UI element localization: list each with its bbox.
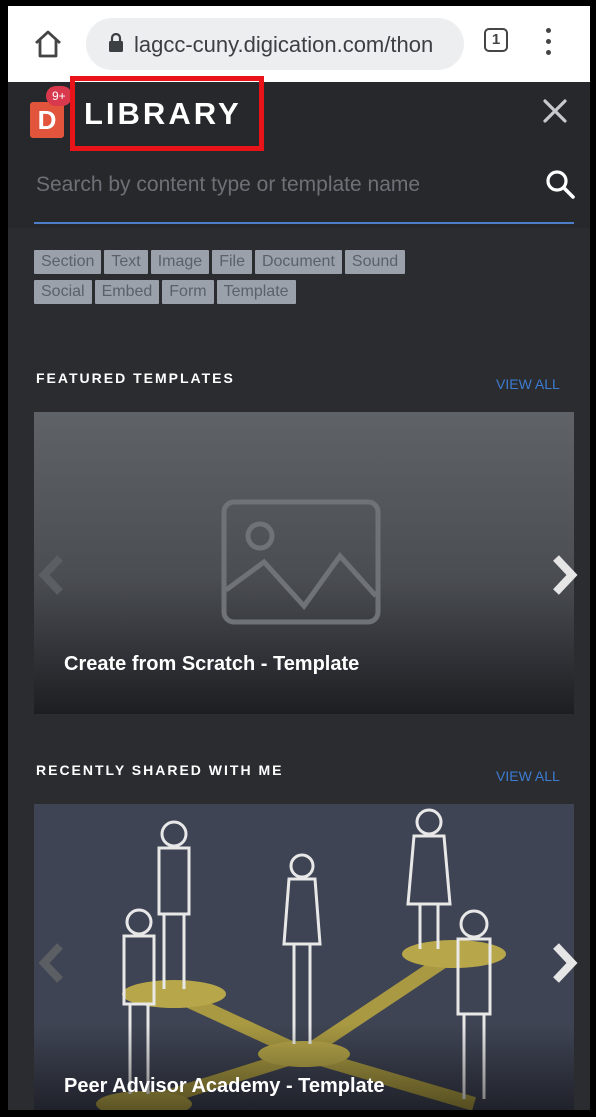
image-placeholder-icon xyxy=(221,499,381,625)
shared-next-arrow-icon[interactable] xyxy=(548,940,582,986)
peer-network-illustration xyxy=(34,804,574,1110)
browser-toolbar: lagcc-cuny.digication.com/thon 1 xyxy=(8,6,590,82)
filter-chip-social[interactable]: Social xyxy=(34,280,92,304)
filter-chip-image[interactable]: Image xyxy=(150,250,210,274)
address-bar[interactable]: lagcc-cuny.digication.com/thon xyxy=(86,18,464,70)
filter-chip-text[interactable]: Text xyxy=(104,250,148,274)
shared-view-all-link[interactable]: VIEW ALL xyxy=(496,768,560,784)
digication-logo[interactable]: D xyxy=(30,102,64,138)
featured-card-title: Create from Scratch - Template xyxy=(64,653,360,675)
filter-chip-template[interactable]: Template xyxy=(216,280,296,304)
home-icon[interactable] xyxy=(32,28,64,60)
filter-chip-file[interactable]: File xyxy=(212,250,252,274)
lock-icon xyxy=(109,33,123,52)
close-icon[interactable] xyxy=(542,98,568,124)
recently-shared-heading: RECENTLY SHARED WITH ME xyxy=(36,762,284,778)
filter-chip-sound[interactable]: Sound xyxy=(344,250,406,274)
filter-chip-document[interactable]: Document xyxy=(254,250,342,274)
featured-prev-arrow-icon[interactable] xyxy=(34,552,68,598)
library-content: Section Text Image File Document Sound Social… xyxy=(8,228,590,1110)
featured-template-card[interactable]: Create from Scratch - Template xyxy=(34,412,574,714)
filter-chips: Section Text Image File Document Sound Social… xyxy=(34,250,554,310)
shared-template-card[interactable]: Peer Advisor Academy - Template xyxy=(34,804,574,1110)
filter-chip-form[interactable]: Form xyxy=(162,280,214,304)
url-text: lagcc-cuny.digication.com/thon xyxy=(134,32,434,57)
shared-prev-arrow-icon[interactable] xyxy=(34,940,68,986)
search-input[interactable] xyxy=(34,164,518,206)
shared-card-title: Peer Advisor Academy - Template xyxy=(64,1075,385,1097)
search-underline xyxy=(34,222,574,224)
tab-switcher-button[interactable]: 1 xyxy=(484,28,508,52)
featured-templates-heading: FEATURED TEMPLATES xyxy=(36,370,235,386)
phone-screen: lagcc-cuny.digication.com/thon 1 D 9+ LI… xyxy=(8,6,590,1110)
featured-next-arrow-icon[interactable] xyxy=(548,552,582,598)
filter-chip-section[interactable]: Section xyxy=(34,250,102,274)
highlight-annotation xyxy=(70,76,264,151)
notification-badge: 9+ xyxy=(46,86,72,106)
search-icon[interactable] xyxy=(544,168,576,200)
filter-chip-embed[interactable]: Embed xyxy=(94,280,160,304)
search-area xyxy=(34,156,576,226)
more-menu-icon[interactable] xyxy=(546,28,552,58)
featured-view-all-link[interactable]: VIEW ALL xyxy=(496,376,560,392)
